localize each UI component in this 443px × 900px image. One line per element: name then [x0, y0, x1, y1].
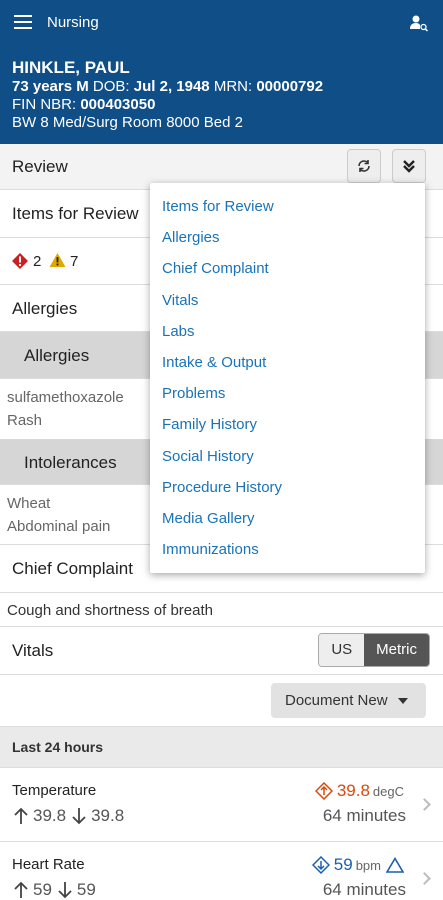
- temperature-range: 39.8 39.8: [14, 806, 124, 826]
- section-jump-menu: Items for Review Allergies Chief Complai…: [150, 183, 425, 573]
- refresh-button[interactable]: [347, 149, 381, 183]
- chief-complaint-text: Cough and shortness of breath: [7, 602, 213, 619]
- hamburger-icon[interactable]: [14, 15, 32, 29]
- heart-rate-time: 64 minutes: [322, 880, 406, 899]
- temperature-low: 39.8: [91, 806, 125, 825]
- heart-rate-unit: bpm: [355, 857, 381, 873]
- patient-banner: HINKLE, PAUL 73 years M DOB: Jul 2, 1948…: [0, 46, 443, 144]
- error-icon: [12, 253, 28, 269]
- error-count: 2: [33, 253, 42, 270]
- heart-rate-low: 59: [76, 880, 96, 899]
- allergies-title: Allergies: [12, 299, 78, 318]
- menu-item-items-for-review[interactable]: Items for Review: [150, 191, 425, 222]
- temperature-value: 39.8: [336, 781, 370, 800]
- arrow-down-icon: [58, 882, 72, 899]
- patient-fin: FIN NBR: 000403050: [12, 96, 156, 113]
- intolerance-reaction: Abdominal pain: [7, 518, 111, 535]
- warning-icon: [49, 253, 66, 267]
- units-us-button[interactable]: US: [319, 634, 365, 666]
- temperature-label: Temperature: [12, 782, 97, 799]
- vitals-title: Vitals: [12, 641, 54, 660]
- patient-location: BW 8 Med/Surg Room 8000 Bed 2: [12, 114, 243, 131]
- jump-to-section-button[interactable]: [392, 149, 426, 183]
- arrow-up-icon: [14, 807, 28, 824]
- menu-item-family-history[interactable]: Family History: [150, 409, 425, 440]
- app-title: Nursing: [47, 14, 99, 31]
- items-for-review-title: Items for Review: [12, 204, 139, 223]
- arrow-up-icon: [14, 881, 28, 898]
- menu-item-labs[interactable]: Labs: [150, 316, 425, 347]
- menu-item-social-history[interactable]: Social History: [150, 441, 425, 472]
- refresh-icon: [358, 160, 370, 172]
- vitals-period-header: Last 24 hours: [0, 727, 443, 768]
- units-metric-button[interactable]: Metric: [364, 634, 429, 666]
- delta-icon: [386, 857, 404, 873]
- heart-rate-value-group: 59 bpm: [311, 855, 404, 875]
- intolerance-name: Wheat: [7, 495, 51, 512]
- allergy-name: sulfamethoxazole: [7, 389, 124, 406]
- menu-item-chief-complaint[interactable]: Chief Complaint: [150, 253, 425, 284]
- review-title: Review: [12, 157, 68, 176]
- menu-item-problems[interactable]: Problems: [150, 378, 425, 409]
- temperature-unit: degC: [372, 783, 404, 799]
- heart-rate-range: 59 59: [14, 880, 96, 900]
- patient-name: HINKLE, PAUL: [12, 58, 130, 77]
- chevron-right-icon: [418, 798, 431, 811]
- heart-rate-high: 59: [33, 880, 52, 899]
- menu-item-media-gallery[interactable]: Media Gallery: [150, 503, 425, 534]
- temperature-value-group: 39.8 degC: [314, 781, 404, 801]
- temperature-row[interactable]: Temperature 39.8 39.8 39.8 degC 64 minut…: [0, 768, 443, 842]
- warning-count: 7: [70, 253, 79, 270]
- menu-item-vitals[interactable]: Vitals: [150, 285, 425, 316]
- chief-complaint-row: Cough and shortness of breath: [0, 593, 443, 627]
- allergy-reaction: Rash: [7, 412, 43, 429]
- menu-item-intake-output[interactable]: Intake & Output: [150, 347, 425, 378]
- allergies-subheader-label: Allergies: [24, 346, 90, 365]
- heart-rate-value: 59: [333, 855, 353, 874]
- document-new-button[interactable]: Document New: [271, 683, 426, 718]
- patient-demographics: 73 years M DOB: Jul 2, 1948 MRN: 0000079…: [12, 78, 324, 95]
- app-header: Nursing: [0, 0, 443, 46]
- menu-item-immunizations[interactable]: Immunizations: [150, 534, 425, 565]
- person-search-icon[interactable]: [409, 13, 429, 33]
- units-toggle: US Metric: [318, 633, 430, 667]
- high-alert-icon: [314, 782, 333, 800]
- temperature-high: 39.8: [33, 806, 67, 825]
- low-alert-icon: [311, 856, 330, 874]
- intolerances-subheader-label: Intolerances: [24, 453, 117, 472]
- menu-item-allergies[interactable]: Allergies: [150, 222, 425, 253]
- chevron-right-icon: [418, 872, 431, 885]
- menu-item-procedure-history[interactable]: Procedure History: [150, 472, 425, 503]
- heart-rate-row[interactable]: Heart Rate 59 59 59 bpm 64 minutes: [0, 842, 443, 900]
- caret-down-icon: [397, 697, 408, 704]
- document-new-label: Document New: [285, 692, 388, 709]
- double-chevron-down-icon: [403, 160, 415, 173]
- temperature-time: 64 minutes: [322, 806, 406, 825]
- arrow-down-icon: [72, 808, 86, 825]
- chief-complaint-title: Chief Complaint: [12, 559, 133, 578]
- heart-rate-label: Heart Rate: [12, 856, 85, 873]
- vitals-period-label: Last 24 hours: [12, 739, 104, 755]
